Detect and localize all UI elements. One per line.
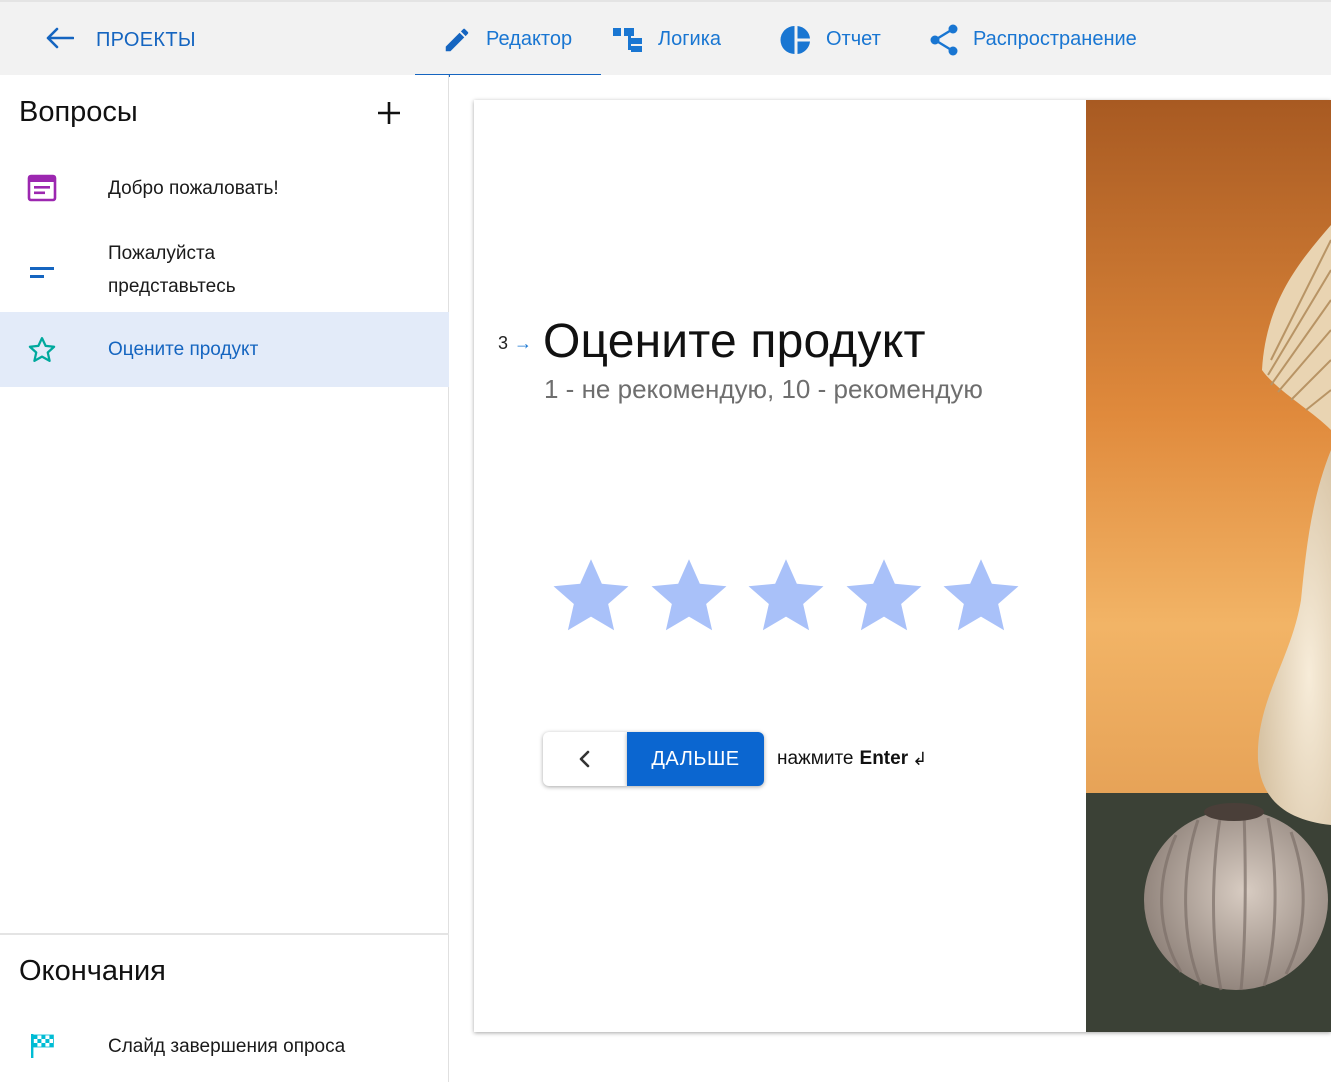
question-description[interactable]: 1 - не рекомендую, 10 - рекомендую xyxy=(544,374,983,405)
return-key-icon: ↲ xyxy=(912,748,928,769)
tab-editor-label: Редактор xyxy=(486,28,573,50)
question-background-image xyxy=(1086,100,1331,1032)
chevron-left-icon xyxy=(579,750,590,768)
question-label: Добро пожаловать! xyxy=(108,177,279,199)
back-to-projects-button[interactable]: ПРОЕКТЫ xyxy=(44,26,196,55)
tab-report-label: Отчет xyxy=(826,28,881,50)
star-icon[interactable] xyxy=(647,554,731,638)
ending-label: Слайд завершения опроса xyxy=(108,1035,346,1057)
question-label: Оцените продукт xyxy=(108,339,259,360)
star-icon[interactable] xyxy=(744,554,828,638)
tab-editor[interactable]: Редактор xyxy=(415,2,601,77)
previous-button[interactable] xyxy=(543,732,627,786)
plus-icon xyxy=(378,102,400,124)
tab-logic[interactable]: Логика xyxy=(601,2,776,77)
sidebar-divider xyxy=(0,933,449,935)
next-button[interactable]: ДАЛЬШЕ xyxy=(627,732,764,786)
tab-share-label: Распространение xyxy=(973,28,1137,50)
question-navigation: ДАЛЬШЕ нажмите Enter ↲ xyxy=(543,732,927,786)
arrow-left-icon xyxy=(44,26,75,55)
tab-share[interactable]: Распространение xyxy=(929,2,1137,77)
arrow-right-icon: → xyxy=(514,333,533,353)
back-label: ПРОЕКТЫ xyxy=(96,29,196,51)
star-icon[interactable] xyxy=(549,554,633,638)
star-rating xyxy=(549,554,1037,638)
short-text-icon xyxy=(30,266,56,280)
tab-report[interactable]: Отчет xyxy=(776,2,929,77)
questions-sidebar: Вопросы Добро пожаловать! Пожалуйста пре… xyxy=(0,75,449,1082)
pie-chart-icon xyxy=(780,24,812,56)
question-number: 3 → xyxy=(498,333,533,353)
questions-heading: Вопросы xyxy=(19,96,138,128)
main-tabs: Редактор Логика Отчет Распространение xyxy=(415,2,1137,77)
checkered-flag-icon xyxy=(30,1033,54,1059)
question-preview-card: 3 → Оцените продукт 1 - не рекомендую, 1… xyxy=(474,100,1331,1032)
pencil-icon xyxy=(442,25,472,55)
tab-logic-label: Логика xyxy=(658,28,722,50)
logic-tree-icon xyxy=(612,26,644,54)
ending-item[interactable]: Слайд завершения опроса xyxy=(0,1025,449,1067)
question-item-rate-product[interactable]: Оцените продукт xyxy=(0,312,449,387)
enter-hint: нажмите Enter ↲ xyxy=(777,748,928,769)
star-icon[interactable] xyxy=(842,554,926,638)
question-item-welcome[interactable]: Добро пожаловать! xyxy=(0,153,449,223)
welcome-screen-icon xyxy=(27,174,57,202)
endings-heading: Окончания xyxy=(19,955,166,987)
question-item-introduce[interactable]: Пожалуйста представьтесь xyxy=(0,235,449,310)
star-outline-icon xyxy=(27,335,57,365)
editor-canvas: 3 → Оцените продукт 1 - не рекомендую, 1… xyxy=(450,75,1331,1082)
top-bar: ПРОЕКТЫ Редактор Логика Отчет Распростра… xyxy=(0,0,1331,77)
share-icon xyxy=(929,24,959,56)
star-icon[interactable] xyxy=(939,554,1023,638)
add-question-button[interactable] xyxy=(375,99,403,127)
question-title[interactable]: Оцените продукт xyxy=(543,314,926,369)
question-label: Пожалуйста представьтесь xyxy=(108,243,236,297)
